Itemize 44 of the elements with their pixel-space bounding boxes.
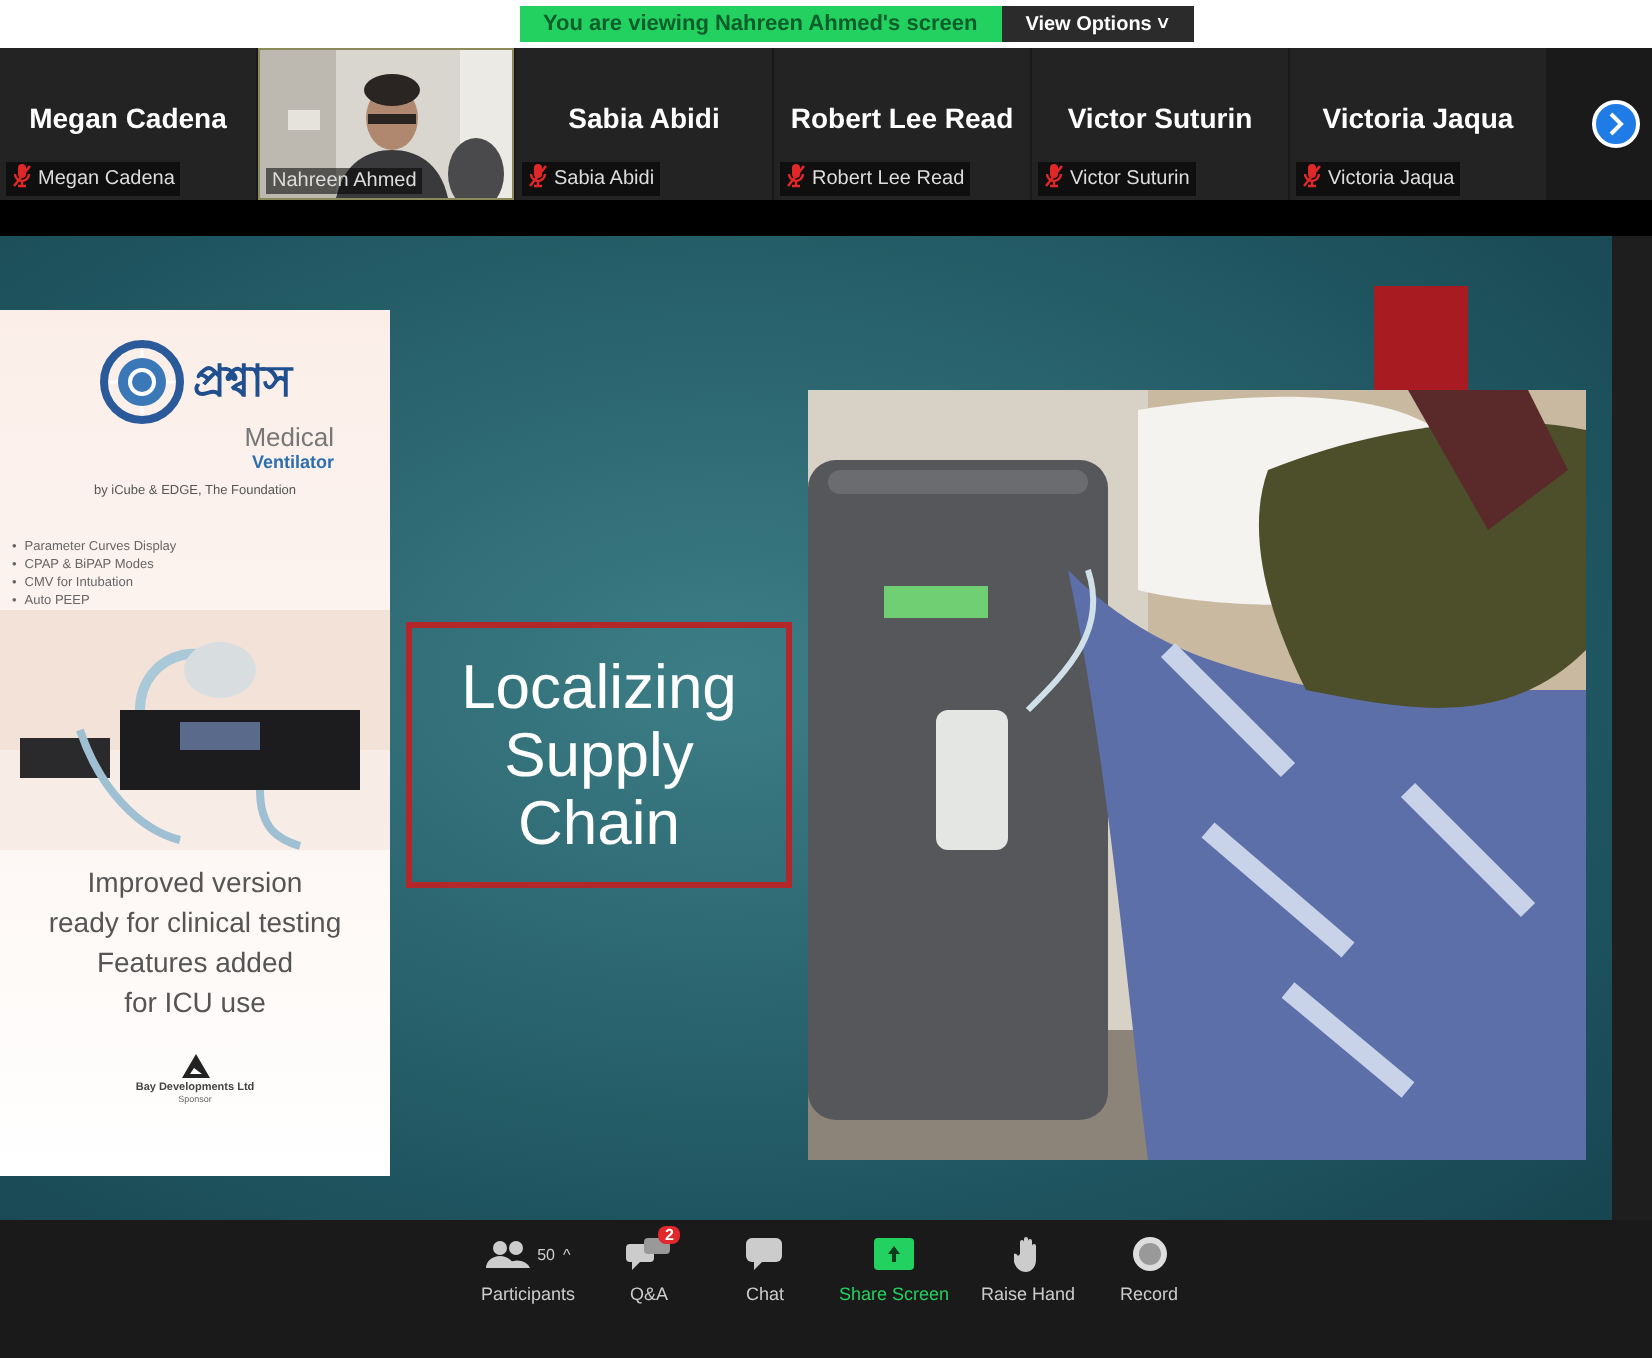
participant-name: Megan Cadena	[29, 102, 227, 134]
participant-count: 50	[537, 1245, 556, 1263]
poster-caption-line: Improved version	[87, 864, 303, 902]
people-icon	[485, 1240, 530, 1268]
triangle-logo-icon	[181, 1054, 209, 1078]
name-label-text: Victor Suturin	[1070, 168, 1190, 190]
chat-bubbles-icon	[626, 1238, 671, 1270]
toolbar-button[interactable]: 50 ^ Participants	[464, 1220, 591, 1358]
participant-name: Sabia Abidi	[568, 102, 720, 134]
poster-caption-line: for ICU use	[124, 984, 266, 1022]
participant-name: Robert Lee Read	[790, 102, 1014, 134]
muted-mic-icon	[1302, 164, 1322, 188]
toolbar-button[interactable]: Q&A 2	[590, 1220, 707, 1358]
name-label-text: Megan Cadena	[38, 168, 175, 190]
notification-badge: 2	[658, 1226, 680, 1244]
toolbar-button[interactable]: Chat	[706, 1220, 823, 1358]
participant-name: Victor Suturin	[1067, 102, 1253, 134]
screen-share-banner: You are viewing Nahreen Ahmed's screen	[519, 6, 1002, 42]
muted-mic-icon	[786, 164, 806, 188]
slide-headline: Localizing Supply Chain	[406, 622, 792, 888]
record-icon	[1131, 1236, 1168, 1272]
name-label-text: Victoria Jaqua	[1328, 168, 1455, 190]
caret-icon[interactable]: ^	[563, 1245, 571, 1263]
poster-title: Medical	[244, 422, 334, 452]
toolbar-button[interactable]: Share Screen	[822, 1220, 966, 1358]
muted-mic-icon	[12, 164, 32, 188]
name-label-text: Robert Lee Read	[812, 168, 965, 190]
poster-caption-line: ready for clinical testing	[48, 904, 342, 942]
toolbar-button[interactable]: Raise Hand	[965, 1220, 1092, 1358]
chat-bubble-icon	[746, 1238, 783, 1270]
muted-mic-icon	[528, 164, 548, 188]
name-label-text: Nahreen Ahmed	[272, 170, 417, 192]
name-label-text: Sabia Abidi	[554, 168, 655, 190]
next-page-button[interactable]	[1592, 100, 1640, 148]
poster-caption-line: Features added	[96, 944, 294, 982]
toolbar-button[interactable]: Record	[1091, 1220, 1208, 1358]
logo-wordmark: প্রশ্বাস	[193, 355, 293, 411]
muted-mic-icon	[1044, 164, 1064, 188]
poster-subtitle: Ventilator	[251, 452, 334, 472]
participant-name: Victoria Jaqua	[1322, 102, 1514, 134]
chevron-right-icon	[1608, 112, 1624, 136]
view-options-button[interactable]: View Options ˅	[1001, 6, 1193, 42]
share-screen-icon	[873, 1238, 914, 1270]
accent-square	[1374, 286, 1468, 390]
